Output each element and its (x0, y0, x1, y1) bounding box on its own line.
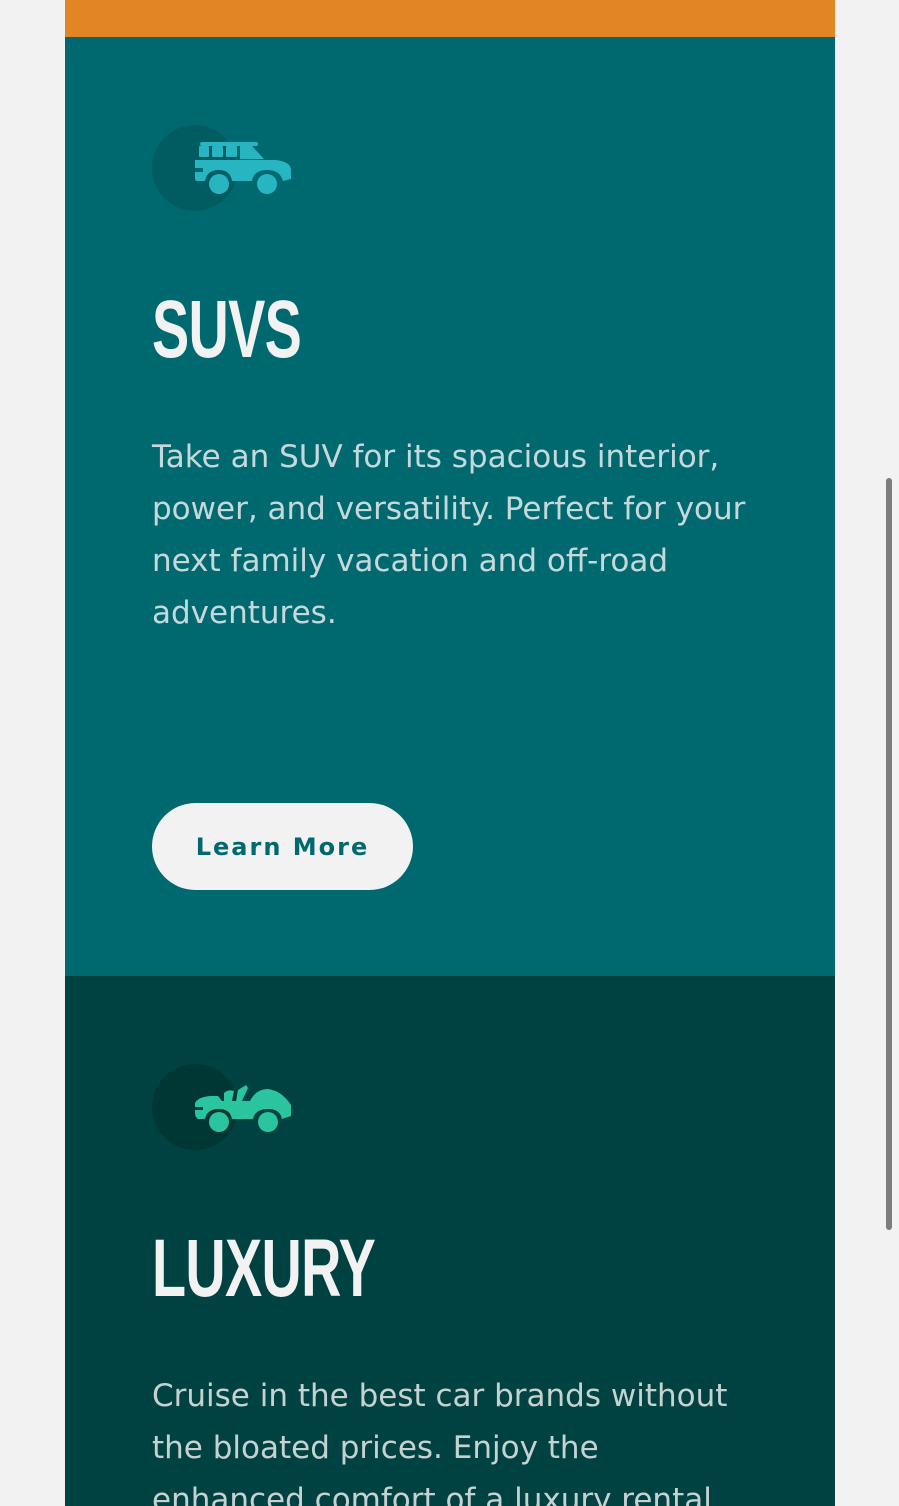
card-suvs: SUVs Take an SUV for its spacious interi… (65, 37, 835, 976)
card-text-suvs: Take an SUV for its spacious interior, p… (152, 439, 746, 631)
convertible-car-icon (152, 1063, 292, 1151)
card-title-suvs: SUVs (152, 284, 302, 375)
card-luxury: Luxury Cruise in the best car brands wit… (65, 976, 835, 1506)
card-sedans (65, 0, 835, 37)
card-title-luxury: Luxury (152, 1223, 376, 1314)
scrollbar[interactable] (883, 0, 899, 1506)
scrollbar-thumb[interactable] (886, 478, 892, 1230)
card-text-luxury: Cruise in the best car brands without th… (152, 1378, 728, 1506)
suv-car-icon (152, 124, 292, 212)
page: SUVs Take an SUV for its spacious interi… (0, 0, 899, 1506)
car-category-cards: SUVs Take an SUV for its spacious interi… (65, 0, 835, 1506)
learn-more-button[interactable]: Learn More (152, 803, 413, 890)
